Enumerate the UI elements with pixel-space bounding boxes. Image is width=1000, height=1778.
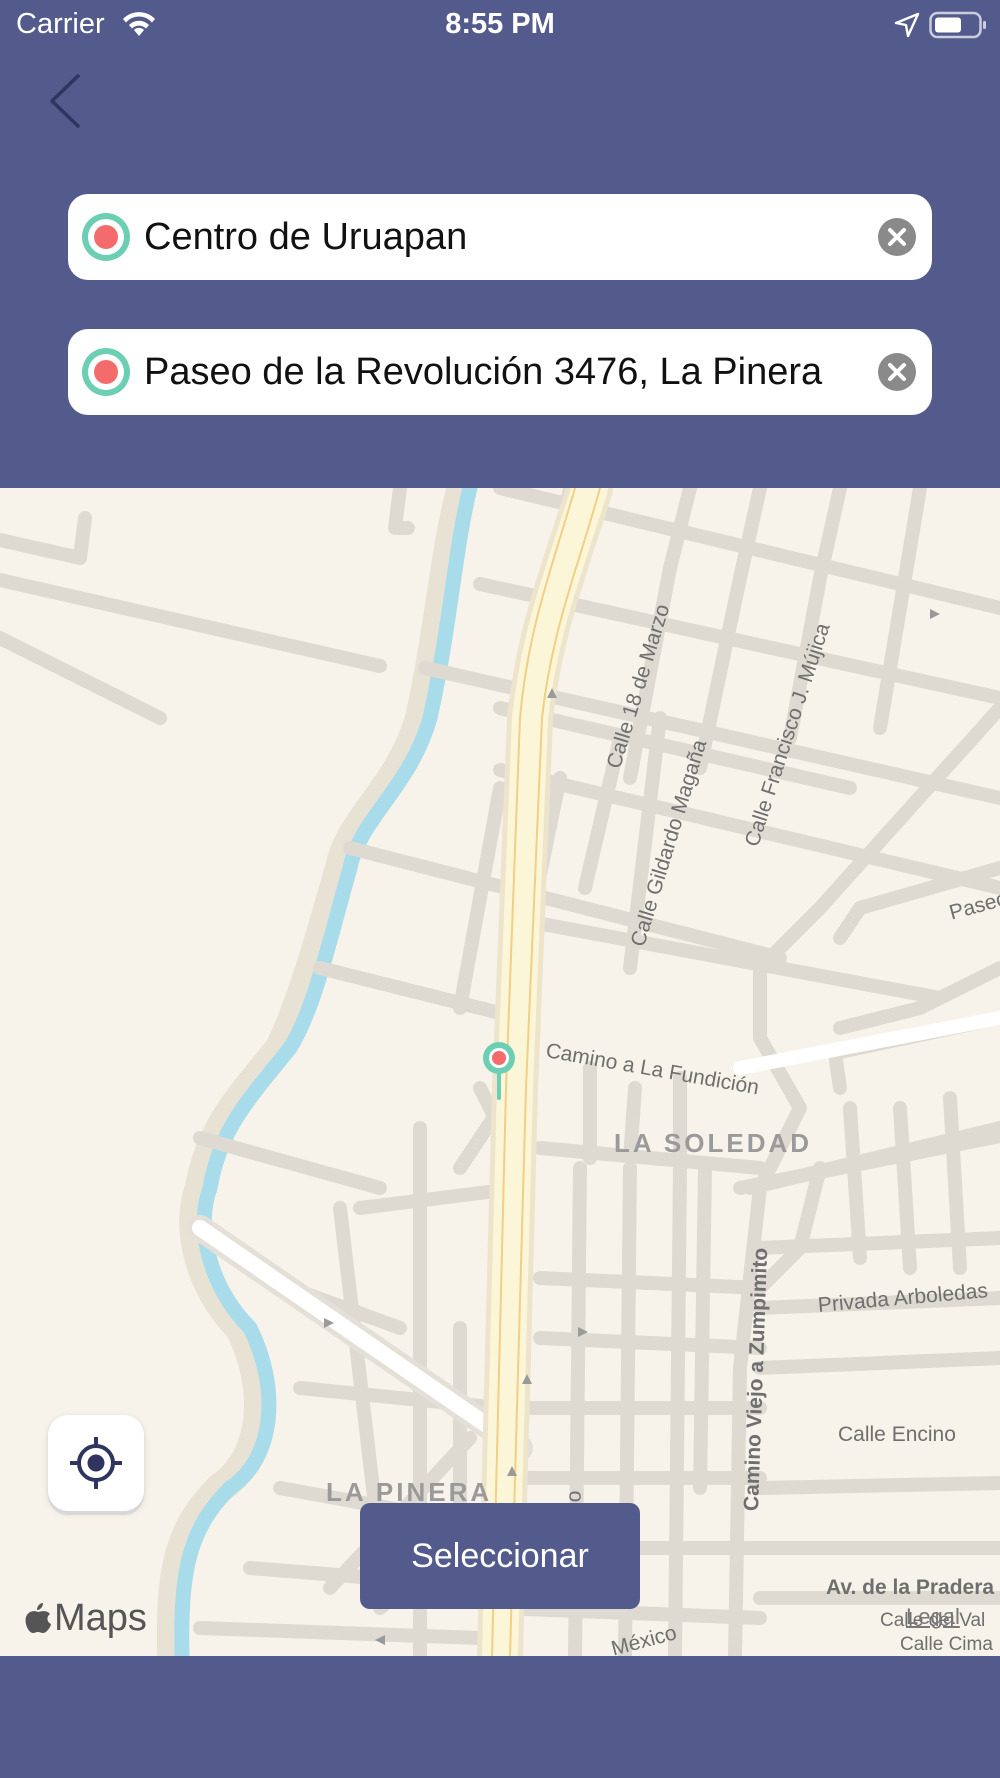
location-arrow-icon <box>894 12 920 38</box>
map-district-label: LA SOLEDAD <box>614 1128 813 1158</box>
status-bar: Carrier 8:55 PM <box>0 0 1000 50</box>
battery-icon <box>929 11 986 39</box>
destination-clear-button[interactable] <box>878 353 916 391</box>
maps-logo-text: Maps <box>54 1596 147 1639</box>
bottom-bar <box>0 1656 1000 1778</box>
current-location-button[interactable] <box>48 1415 144 1511</box>
destination-input[interactable]: Paseo de la Revolución 3476, La Pinera <box>144 351 822 394</box>
status-time: 8:55 PM <box>445 8 555 40</box>
legal-link[interactable]: Legal <box>906 1604 960 1630</box>
close-icon <box>888 228 906 246</box>
origin-input[interactable]: Centro de Uruapan <box>144 216 467 259</box>
destination-field[interactable]: Paseo de la Revolución 3476, La Pinera <box>68 329 932 415</box>
select-button[interactable]: Seleccionar <box>360 1503 640 1609</box>
map-label: Calle Encino <box>838 1423 956 1446</box>
origin-field[interactable]: Centro de Uruapan <box>68 194 932 280</box>
crosshair-icon <box>70 1437 122 1489</box>
maps-attribution: Maps <box>24 1596 147 1640</box>
map-label: Calle Cima <box>900 1634 993 1655</box>
map-streets <box>0 488 1000 1656</box>
origin-pin-icon <box>82 213 130 261</box>
close-icon <box>888 363 906 381</box>
apple-logo-icon <box>25 1603 51 1633</box>
destination-pin-icon <box>82 348 130 396</box>
origin-clear-button[interactable] <box>878 218 916 256</box>
map-label: Av. de la Pradera <box>826 1576 995 1599</box>
back-button[interactable] <box>40 70 92 132</box>
map-view[interactable]: Calle 18 de Marzo Calle Francisco J. Múj… <box>0 488 1000 1656</box>
